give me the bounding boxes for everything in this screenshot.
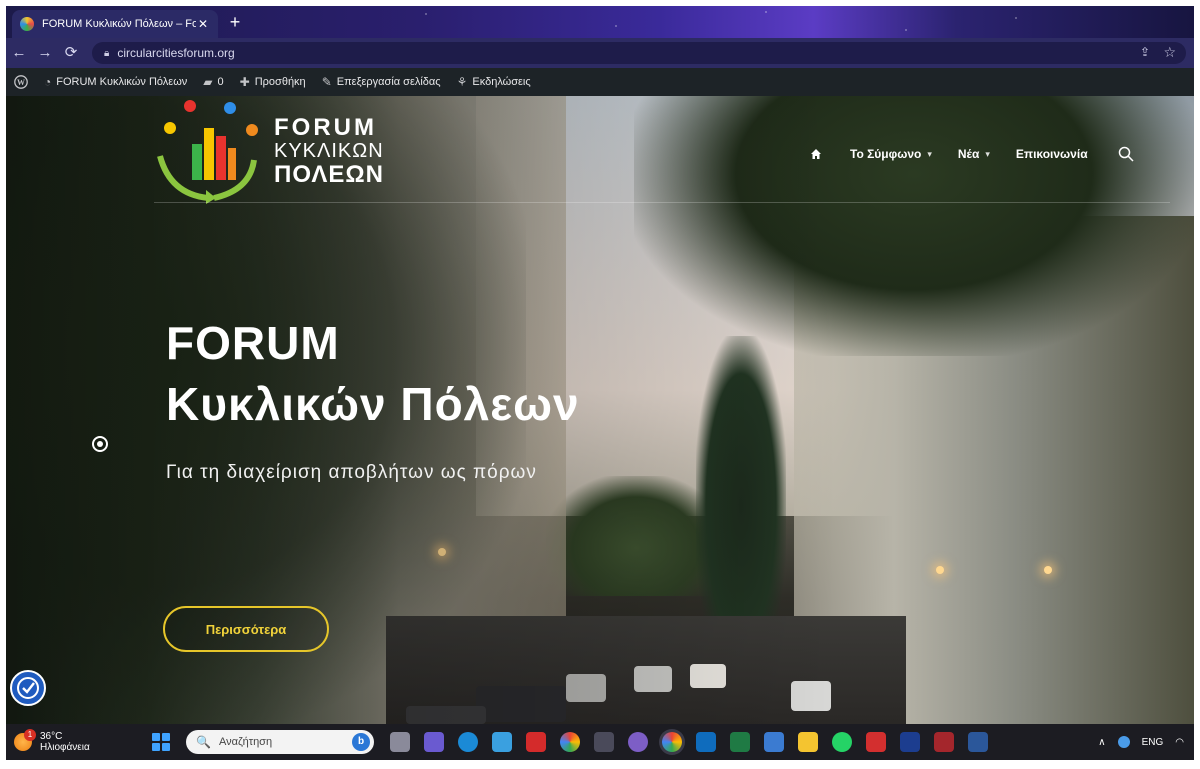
wp-add-new-label: Προσθήκη xyxy=(254,76,306,88)
header-divider xyxy=(154,202,1170,203)
wp-comments-menu[interactable]: ▰ 0 xyxy=(195,68,231,96)
logo-line-poleon: ΠΟΛΕΩΝ xyxy=(274,161,384,188)
logo-mark-icon xyxy=(157,100,258,204)
weather-temp: 36°C xyxy=(40,731,63,742)
site-logo[interactable]: FORUM ΚΥΚΛΙΚΩΝ ΠΟΛΕΩΝ xyxy=(154,98,404,208)
wp-events-menu[interactable]: ⚘ Εκδηλώσεις xyxy=(449,68,539,96)
hero-title-line2: Κυκλικών Πόλεων xyxy=(166,378,580,430)
viber-icon[interactable] xyxy=(628,732,648,752)
comment-icon: ▰ xyxy=(203,75,213,89)
bing-icon[interactable]: b xyxy=(352,733,370,751)
nav-item-epikoinonia[interactable]: Επικοινωνία xyxy=(1016,147,1088,161)
acrobat-icon[interactable] xyxy=(866,732,886,752)
search-icon[interactable] xyxy=(1118,146,1134,162)
dashboard-icon: ◔ xyxy=(44,75,52,89)
chrome-icon[interactable] xyxy=(560,732,580,752)
wp-edit-page-link[interactable]: ✎ Επεξεργασία σελίδας xyxy=(314,68,449,96)
store-icon[interactable] xyxy=(764,732,784,752)
new-tab-button[interactable]: + xyxy=(224,12,246,34)
hero-more-button[interactable]: Περισσότερα xyxy=(163,606,329,652)
wordpress-logo-icon: W xyxy=(14,75,28,89)
chevron-down-icon: ▾ xyxy=(927,148,932,159)
lock-icon[interactable]: 🔒︎ xyxy=(104,48,109,59)
language-indicator[interactable]: ENG xyxy=(1142,737,1164,748)
chrome-active-icon[interactable] xyxy=(662,732,682,752)
logo-line-kyklikon: ΚΥΚΛΙΚΩΝ xyxy=(274,140,384,162)
site-favicon-icon xyxy=(20,17,34,31)
word-icon[interactable] xyxy=(968,732,988,752)
tray-overflow-icon[interactable]: ∧ xyxy=(1098,737,1105,748)
sun-icon: 1 xyxy=(14,729,36,751)
wp-logo-button[interactable]: W xyxy=(6,68,36,96)
excel-icon[interactable] xyxy=(730,732,750,752)
logo-wordmark: FORUM ΚΥΚΛΙΚΩΝ ΠΟΛΕΩΝ xyxy=(274,116,384,188)
weather-desc: Ηλιοφάνεια xyxy=(40,742,90,753)
reload-button[interactable]: ⟳ xyxy=(58,40,84,66)
home-icon[interactable] xyxy=(810,148,822,160)
wp-site-name: FORUM Κυκλικών Πόλεων xyxy=(56,76,188,88)
address-bar-row: ← → ⟳ 🔒︎ circularcitiesforum.org ⇪ ☆ xyxy=(6,38,1194,68)
logo-line-forum: FORUM xyxy=(274,114,377,141)
taskbar-search-placeholder: Αναζήτηση xyxy=(218,736,273,748)
wp-add-new-menu[interactable]: ✚ Προσθήκη xyxy=(232,68,314,96)
notification-badge: 1 xyxy=(24,729,36,741)
plus-icon: ✚ xyxy=(239,75,250,89)
browser-window: FORUM Κυκλικών Πόλεων – Foru ✕ + ← → ⟳ 🔒… xyxy=(6,6,1194,760)
edge-icon[interactable] xyxy=(458,732,478,752)
bookmark-star-icon[interactable]: ☆ xyxy=(1163,44,1176,61)
slider-dot-indicator[interactable] xyxy=(92,436,108,452)
calculator-icon[interactable] xyxy=(594,732,614,752)
task-view-icon[interactable] xyxy=(390,732,410,752)
pencil-icon: ✎ xyxy=(321,75,332,89)
wifi-icon[interactable]: ◠ xyxy=(1175,737,1184,748)
outlook-icon[interactable] xyxy=(696,732,716,752)
hero-section: FORUM ΚΥΚΛΙΚΩΝ ΠΟΛΕΩΝ Το Σύμφωνο ▾ Νέα ▾… xyxy=(6,96,1194,724)
url-text: circularcitiesforum.org xyxy=(117,46,235,60)
tab-title: FORUM Κυκλικών Πόλεων – Foru xyxy=(42,18,196,30)
nav-item-label: Νέα xyxy=(957,147,980,161)
file-explorer-icon[interactable] xyxy=(798,732,818,752)
share-icon[interactable]: ⇪ xyxy=(1140,45,1150,59)
accessibility-icon xyxy=(17,677,39,699)
tab-strip: FORUM Κυκλικών Πόλεων – Foru ✕ + xyxy=(6,6,1194,38)
hero-title-line1: FORUM xyxy=(166,317,340,369)
windows-start-icon[interactable] xyxy=(152,733,170,751)
browser-tab-active[interactable]: FORUM Κυκλικών Πόλεων – Foru ✕ xyxy=(12,10,218,38)
wp-comments-count: 0 xyxy=(217,76,224,88)
tab-close-icon[interactable]: ✕ xyxy=(196,17,210,31)
nav-item-label: Επικοινωνία xyxy=(1015,147,1088,161)
nav-item-nea[interactable]: Νέα ▾ xyxy=(958,147,990,161)
back-button[interactable]: ← xyxy=(6,40,32,66)
windows-taskbar: 1 36°C Ηλιοφάνεια 🔍 Αναζήτηση b ∧ ENG ◠ xyxy=(6,724,1194,760)
access-icon[interactable] xyxy=(934,732,954,752)
photos-icon[interactable] xyxy=(492,732,512,752)
wp-site-name-menu[interactable]: ◔ FORUM Κυκλικών Πόλεων xyxy=(36,68,195,96)
wp-admin-bar: W ◔ FORUM Κυκλικών Πόλεων ▰ 0 ✚ Προσθήκη… xyxy=(6,68,1194,96)
wp-events-label: Εκδηλώσεις xyxy=(472,76,531,88)
nav-item-label: Το Σύμφωνο xyxy=(850,147,922,161)
chevron-down-icon: ▾ xyxy=(985,148,990,159)
tray-app-icon[interactable] xyxy=(1117,736,1130,748)
system-tray: ∧ ENG ◠ xyxy=(1086,724,1184,760)
url-input[interactable]: 🔒︎ circularcitiesforum.org ⇪ ☆ xyxy=(92,42,1186,64)
events-icon: ⚘ xyxy=(456,75,468,89)
weather-widget[interactable]: 1 36°C Ηλιοφάνεια xyxy=(14,728,90,756)
whatsapp-icon[interactable] xyxy=(832,732,852,752)
teams-chat-icon[interactable] xyxy=(424,732,444,752)
app-si-icon[interactable] xyxy=(526,732,546,752)
search-icon: 🔍 xyxy=(196,735,211,749)
main-nav: Το Σύμφωνο ▾ Νέα ▾ Επικοινωνία xyxy=(810,146,1134,162)
nav-item-symfono[interactable]: Το Σύμφωνο ▾ xyxy=(850,147,932,161)
taskbar-search-input[interactable]: 🔍 Αναζήτηση b xyxy=(186,730,374,754)
svg-text:W: W xyxy=(17,78,25,87)
app-wave-icon[interactable] xyxy=(900,732,920,752)
wp-edit-page-label: Επεξεργασία σελίδας xyxy=(336,76,441,88)
forward-button[interactable]: → xyxy=(32,40,58,66)
accessibility-button[interactable] xyxy=(10,670,46,706)
hero-subtitle: Για τη διαχείριση αποβλήτων ως πόρων xyxy=(166,462,537,483)
